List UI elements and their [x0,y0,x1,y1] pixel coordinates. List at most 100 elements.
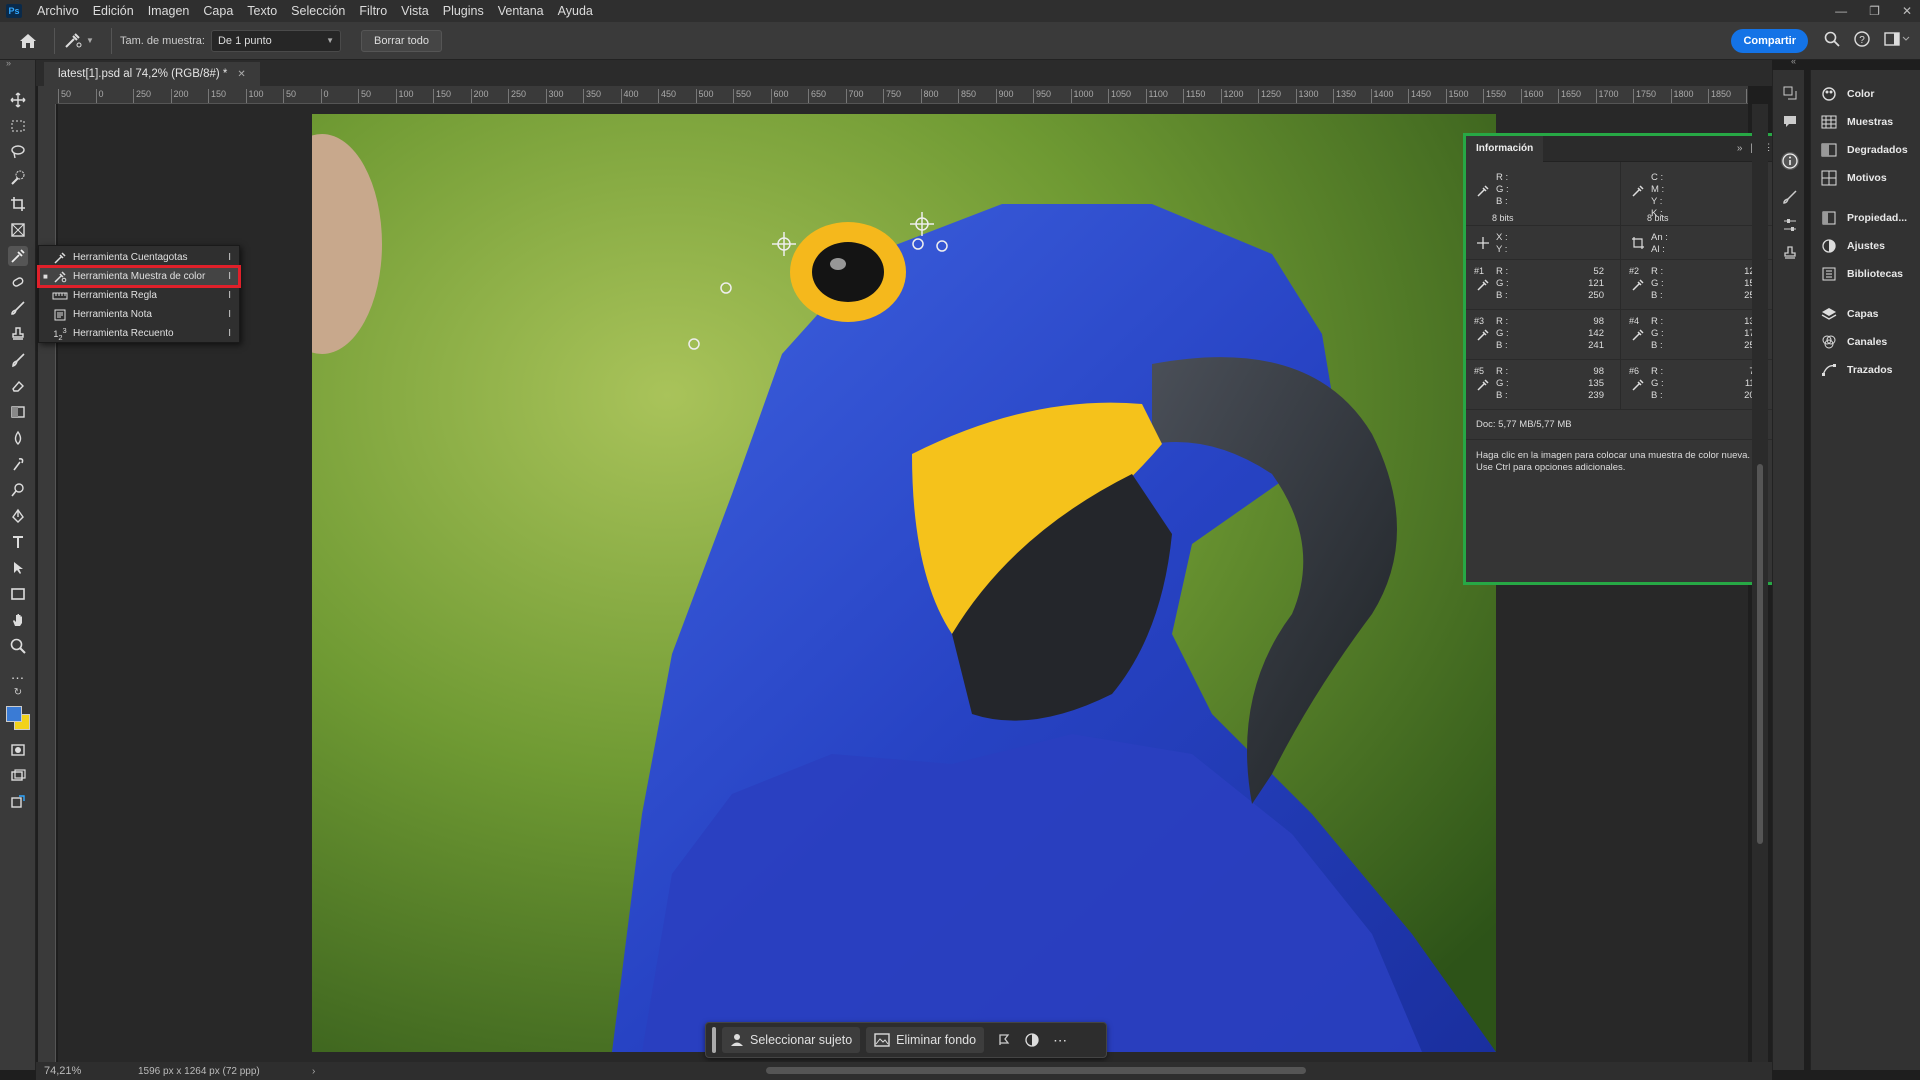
comments-icon[interactable] [1781,112,1799,130]
share-button[interactable]: Compartir [1731,29,1808,53]
vertical-scrollbar[interactable] [1752,104,1768,1064]
clone-source-icon[interactable] [1781,244,1799,262]
flyout-item-count[interactable]: 123 Herramienta Recuento I [39,324,239,343]
share-for-review-icon[interactable] [8,792,28,812]
type-tool-icon[interactable] [8,532,28,552]
drag-handle[interactable] [712,1027,716,1053]
select-subject-button[interactable]: Seleccionar sujeto [722,1027,861,1053]
eyedropper-tool-icon[interactable] [8,246,28,266]
close-icon[interactable]: ✕ [1902,4,1912,18]
adjustment-icon[interactable] [1018,1027,1046,1053]
menu-plugins[interactable]: Plugins [436,0,491,22]
brush-settings-icon[interactable] [1781,188,1799,206]
transform-icon[interactable] [990,1027,1018,1053]
eyedropper-icon[interactable] [1476,378,1490,395]
path-select-icon[interactable] [8,558,28,578]
eyedropper-icon[interactable] [1631,278,1645,295]
search-icon[interactable] [1824,31,1840,47]
panel-channels[interactable]: Canales [1821,334,1887,350]
eyedropper-icon[interactable] [1476,278,1490,295]
menu-ayuda[interactable]: Ayuda [551,0,600,22]
frame-tool-icon[interactable] [8,220,28,240]
menu-vista[interactable]: Vista [394,0,436,22]
healing-brush-icon[interactable] [8,272,28,292]
panel-swatches[interactable]: Muestras [1821,114,1893,130]
menu-imagen[interactable]: Imagen [141,0,197,22]
panel-layers[interactable]: Capas [1821,306,1879,322]
stamp-tool-icon[interactable] [8,324,28,344]
eyedropper-icon[interactable] [1476,184,1490,201]
flyout-item-eyedropper[interactable]: Herramienta Cuentagotas I [39,248,239,267]
eyedropper-icon[interactable] [1631,378,1645,395]
menu-archivo[interactable]: Archivo [30,0,86,22]
restore-icon[interactable]: ❐ [1869,4,1880,18]
panel-color[interactable]: Color [1821,86,1874,102]
sample-size-select[interactable]: De 1 punto ▼ [210,29,341,52]
menu-texto[interactable]: Texto [240,0,284,22]
panel-patterns[interactable]: Motivos [1821,170,1887,186]
minimize-icon[interactable]: — [1835,4,1847,18]
eyedropper-icon[interactable] [1476,328,1490,345]
more-options-icon[interactable]: ⋯ [1046,1027,1074,1053]
brush-tool-icon[interactable] [8,298,28,318]
quick-mask-icon[interactable] [8,740,28,760]
screen-mode-icon[interactable] [8,766,28,786]
swap-colors-icon[interactable]: ↻ [8,686,28,698]
panel-gradients[interactable]: Degradados [1821,142,1908,158]
pen-tool-icon[interactable] [8,506,28,526]
document-dimensions: 1596 px x 1264 px (72 ppp) [138,1065,260,1077]
panel-paths[interactable]: Trazados [1821,362,1893,378]
flyout-item-ruler[interactable]: Herramienta Regla I [39,286,239,305]
panel-properties[interactable]: Propiedad... [1821,210,1907,226]
adjust-sliders-icon[interactable] [1781,216,1799,234]
menu-filtro[interactable]: Filtro [352,0,394,22]
gradient-tool-icon[interactable] [8,402,28,422]
foreground-color-swatch[interactable] [6,706,22,722]
status-expand-icon[interactable]: › [312,1066,315,1077]
clear-all-button[interactable]: Borrar todo [360,29,443,52]
smudge-tool-icon[interactable] [8,454,28,474]
home-button[interactable] [10,26,46,56]
info-panel-title[interactable]: Información [1466,135,1544,162]
help-icon[interactable]: ? [1854,31,1870,47]
ruler-tick: 1450 [1408,89,1431,103]
info-icon[interactable] [1781,152,1799,170]
menu-ventana[interactable]: Ventana [491,0,551,22]
hand-tool-icon[interactable] [8,610,28,630]
marquee-tool-icon[interactable] [8,116,28,136]
flyout-item-color-sampler[interactable]: ■ Herramienta Muestra de color I [37,265,241,288]
remove-background-button[interactable]: Eliminar fondo [866,1027,985,1053]
scrollbar-thumb[interactable] [1757,464,1763,844]
panel-libraries[interactable]: Bibliotecas [1821,266,1903,282]
eyedropper-icon[interactable] [1631,328,1645,345]
lasso-tool-icon[interactable] [8,142,28,162]
rectangle-tool-icon[interactable] [8,584,28,604]
panel-adjustments[interactable]: Ajustes [1821,238,1885,254]
more-tools-icon[interactable]: … [8,664,28,684]
horizontal-scrollbar-thumb[interactable] [766,1067,1306,1074]
flyout-item-note[interactable]: Herramienta Nota I [39,305,239,324]
document-tab[interactable]: latest[1].psd al 74,2% (RGB/8#) * ✕ [44,62,260,86]
quick-select-tool-icon[interactable] [8,168,28,188]
crop-tool-icon[interactable] [8,194,28,214]
close-tab-icon[interactable]: ✕ [237,69,245,80]
workspace-icon[interactable] [1884,31,1910,47]
collapse-icon[interactable]: « [1791,56,1796,66]
move-tool-icon[interactable] [8,90,28,110]
zoom-tool-icon[interactable] [8,636,28,656]
menu-seleccion[interactable]: Selección [284,0,352,22]
parrot-photo[interactable] [312,114,1496,1052]
eraser-tool-icon[interactable] [8,376,28,396]
dodge-tool-icon[interactable] [8,480,28,500]
collapse-panel-icon[interactable]: » [1737,143,1743,154]
history-brush-icon[interactable] [8,350,28,370]
blur-tool-icon[interactable] [8,428,28,448]
zoom-level[interactable]: 74,21% [44,1065,104,1077]
menu-capa[interactable]: Capa [196,0,240,22]
collapse-icon[interactable]: » [6,58,11,68]
history-icon[interactable] [1781,84,1799,102]
tool-preset-picker[interactable]: ▼ [63,32,103,50]
menu-edicion[interactable]: Edición [86,0,141,22]
ruler-tick: 550 [733,89,751,103]
eyedropper-icon[interactable] [1631,184,1645,201]
